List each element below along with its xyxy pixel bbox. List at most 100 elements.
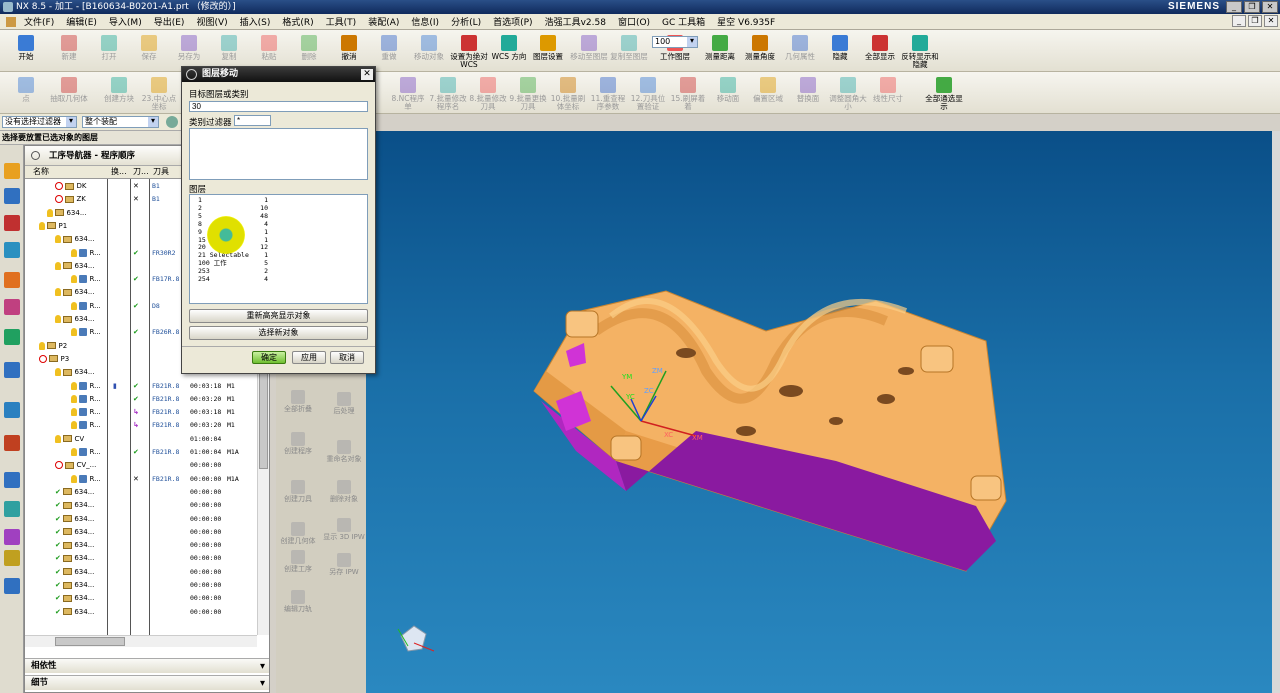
toolbar-button[interactable]: 12.刀具位置验证 <box>628 75 668 111</box>
menu-icon[interactable] <box>6 16 16 27</box>
maximize-button[interactable]: ❐ <box>1244 1 1260 13</box>
table-row[interactable]: ✔ 634... 00:00:00 <box>25 606 263 619</box>
toolbar-button[interactable]: 测量角度 <box>740 33 780 61</box>
toolbar-button[interactable]: 7.批量修改程序名 <box>428 75 468 111</box>
toolbar-button[interactable]: 撤消 <box>329 33 369 61</box>
side-tool-button[interactable]: 删除对象 <box>322 480 366 503</box>
toolbar-button[interactable]: WCS 方向 <box>489 33 529 61</box>
table-row[interactable]: ✔ 634... 00:00:00 <box>25 513 263 526</box>
resource-tab-icon[interactable] <box>4 272 20 288</box>
toolbar-button[interactable]: 测量距离 <box>700 33 740 61</box>
toolbar-button[interactable]: 全部显示 <box>860 33 900 61</box>
toolbar-button[interactable]: 15.刷屏着着 <box>668 75 708 111</box>
resource-tab-icon[interactable] <box>4 501 20 517</box>
minimize-button[interactable]: _ <box>1226 1 1242 13</box>
menu-item[interactable]: 编辑(E) <box>60 15 103 28</box>
side-tool-button[interactable]: 创建刀具 <box>276 480 320 503</box>
menu-item[interactable]: 格式(R) <box>276 15 319 28</box>
toolbar-button[interactable]: 移动对象 <box>409 33 449 61</box>
side-tool-button[interactable]: 重命名对象 <box>322 440 366 463</box>
table-row[interactable]: R... ✔ FB21R.8 00:03:20 M1 <box>25 393 263 406</box>
toolbar-button[interactable]: 线性尺寸 <box>868 75 908 103</box>
resource-tab-icon[interactable] <box>4 578 20 594</box>
side-tool-button[interactable]: 创建几何体 <box>276 522 320 545</box>
close-button[interactable]: ✕ <box>1262 1 1278 13</box>
doc-minimize-button[interactable]: _ <box>1232 15 1246 27</box>
toolbar-button[interactable]: 23.中心点坐标 <box>139 75 179 111</box>
toolbar-button[interactable]: 开始 <box>6 33 46 61</box>
toolbar-button[interactable]: 粘贴 <box>249 33 289 61</box>
col-tool[interactable]: 刀具 <box>153 166 169 178</box>
ok-button[interactable]: 确定 <box>252 351 286 364</box>
menu-item[interactable]: 信息(I) <box>405 15 445 28</box>
table-row[interactable]: R... ✔ FB21R.8 01:00:04 M1A <box>25 446 263 459</box>
table-row[interactable]: ✔ 634... 00:00:00 <box>25 579 263 592</box>
menu-item[interactable]: 装配(A) <box>362 15 405 28</box>
side-tool-button[interactable]: 编辑刀轨 <box>276 590 320 613</box>
toolbar-button[interactable]: 8.NC程序单 <box>388 75 428 111</box>
table-row[interactable]: ✔ 634... 00:00:00 <box>25 592 263 605</box>
toolbar-button[interactable]: 图层设置 <box>528 33 568 61</box>
toolbar-button[interactable]: 替换面 <box>788 75 828 103</box>
scope-filter-combo[interactable]: 整个装配 <box>82 116 159 128</box>
details-section[interactable]: 细节 <box>25 675 269 691</box>
zoom-combo[interactable]: 100 <box>652 36 698 48</box>
table-row[interactable]: ✔ 634... 00:00:00 <box>25 566 263 579</box>
doc-close-button[interactable]: ✕ <box>1264 15 1278 27</box>
toolbar-button[interactable]: 全部通选显示 <box>924 75 964 111</box>
toolbar-button[interactable]: 抽取几何体 <box>49 75 89 103</box>
col-toolpath[interactable]: 刀... <box>133 166 149 178</box>
toolbar-button[interactable]: 移动面 <box>708 75 748 103</box>
table-row[interactable]: R... ↳ FB21R.8 00:03:18 M1 <box>25 406 263 419</box>
menu-item[interactable]: 窗口(O) <box>612 15 656 28</box>
side-tool-button[interactable]: 创建工序 <box>276 550 320 573</box>
rehighlight-objects-button[interactable]: 重新高亮显示对象 <box>189 309 368 323</box>
toolbar-button[interactable]: 点 <box>6 75 46 103</box>
cancel-button[interactable]: 取消 <box>330 351 364 364</box>
toolbar-button[interactable]: 10.批量刷体坐标 <box>548 75 588 111</box>
snap-icon[interactable] <box>166 116 178 128</box>
side-tool-button[interactable]: 后处理 <box>322 392 366 415</box>
table-row[interactable]: R... ▮ ✔ FB21R.8 00:03:18 M1 <box>25 380 263 393</box>
toolbar-button[interactable]: 打开 <box>89 33 129 61</box>
table-row[interactable]: CV 01:00:04 <box>25 433 263 446</box>
toolbar-button[interactable]: 复制 <box>209 33 249 61</box>
toolbar-button[interactable]: 调整圆角大小 <box>828 75 868 111</box>
resource-tab-icon[interactable] <box>4 215 20 231</box>
apply-button[interactable]: 应用 <box>292 351 326 364</box>
toolbar-button[interactable]: 重做 <box>369 33 409 61</box>
category-list[interactable] <box>189 128 368 180</box>
menu-item[interactable]: 首选项(P) <box>487 15 538 28</box>
doc-restore-button[interactable]: ❐ <box>1248 15 1262 27</box>
side-tool-button[interactable]: 全部折叠 <box>276 390 320 413</box>
menu-item[interactable]: 导出(E) <box>148 15 191 28</box>
menu-item[interactable]: 导入(M) <box>103 15 148 28</box>
toolbar-button[interactable]: 几何属性 <box>780 33 820 61</box>
resource-tab-icon[interactable] <box>4 329 20 345</box>
resource-tab-icon[interactable] <box>4 163 20 179</box>
menu-item[interactable]: GC 工具箱 <box>656 15 711 28</box>
toolbar-button[interactable]: 隐藏 <box>820 33 860 61</box>
category-filter-input[interactable] <box>234 115 271 126</box>
select-new-objects-button[interactable]: 选择新对象 <box>189 326 368 340</box>
resource-tab-icon[interactable] <box>4 299 20 315</box>
toolbar-button[interactable]: 保存 <box>129 33 169 61</box>
side-tool-button[interactable]: 另存 IPW <box>322 553 366 576</box>
toolbar-button[interactable]: 复制至图层 <box>609 33 649 61</box>
menu-item[interactable]: 分析(L) <box>445 15 487 28</box>
toolbar-button[interactable]: 设置为绝对 WCS <box>449 33 489 69</box>
col-name[interactable]: 名称 <box>33 166 49 178</box>
table-row[interactable]: ✔ 634... 00:00:00 <box>25 539 263 552</box>
table-row[interactable]: ✔ 634... 00:00:00 <box>25 499 263 512</box>
graphics-viewport[interactable]: YM ZM XM YC ZC XC <box>366 131 1280 693</box>
resource-tab-icon[interactable] <box>4 402 20 418</box>
dialog-title-bar[interactable]: 图层移动 ✕ <box>182 67 375 82</box>
resource-tab-icon[interactable] <box>4 472 20 488</box>
table-row[interactable]: R... ✕ FB21R.8 00:00:00 M1A <box>25 473 263 486</box>
toolbar-button[interactable]: 删除 <box>289 33 329 61</box>
toolbar-button[interactable]: 8.批量修改刀具 <box>468 75 508 111</box>
menu-item[interactable]: 视图(V) <box>190 15 233 28</box>
table-row[interactable]: ✔ 634... 00:00:00 <box>25 526 263 539</box>
pin-icon[interactable] <box>31 151 40 160</box>
resource-tab-icon[interactable] <box>4 435 20 451</box>
